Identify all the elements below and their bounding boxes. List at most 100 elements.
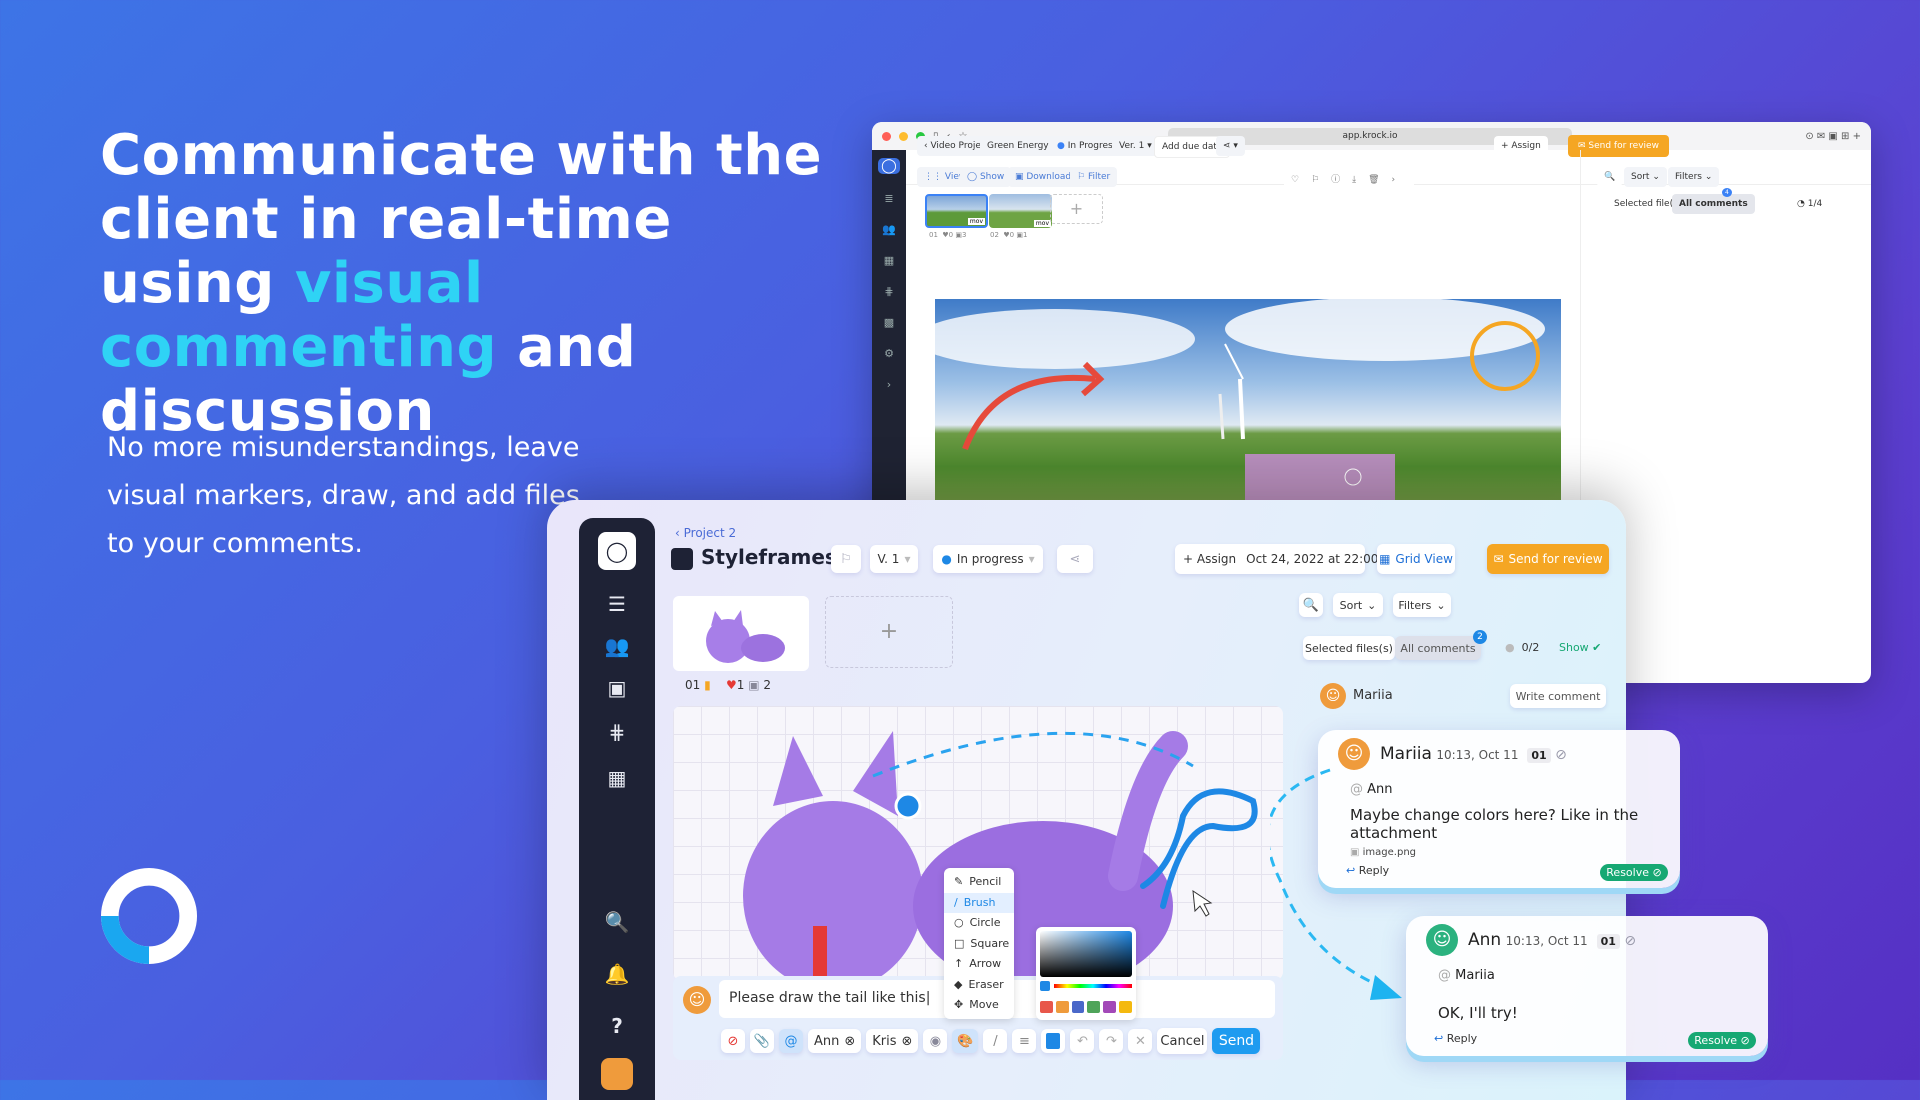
timeline-icon[interactable]: ⋕ bbox=[872, 285, 906, 298]
redo-icon[interactable]: ↷ bbox=[1099, 1029, 1124, 1053]
tool-circle[interactable]: ○ Circle bbox=[944, 913, 1014, 934]
tool-pencil[interactable]: ✎ Pencil bbox=[944, 872, 1014, 893]
search-icon[interactable]: 🔍 bbox=[579, 910, 655, 934]
color-swatch[interactable] bbox=[1071, 1001, 1085, 1013]
calendar-icon[interactable]: ▣ bbox=[579, 676, 655, 700]
wind-farm-image bbox=[935, 299, 1545, 509]
color-gradient[interactable] bbox=[1040, 931, 1132, 977]
hidden-eye-icon[interactable]: ⊘ bbox=[1624, 933, 1636, 949]
file-tag: 01 bbox=[1596, 934, 1620, 949]
users-icon[interactable]: 👥 bbox=[579, 634, 655, 658]
send-for-review-button[interactable]: ✉ Send for review bbox=[1487, 544, 1609, 574]
comment-text: OK, I'll try! bbox=[1438, 1004, 1518, 1022]
mention-icon[interactable]: @ bbox=[779, 1029, 803, 1053]
sort-button[interactable]: Sort ⌄ bbox=[1624, 167, 1667, 187]
expand-icon[interactable]: › bbox=[872, 378, 906, 391]
reply-button[interactable]: ↩ Reply bbox=[1434, 1032, 1477, 1045]
user-avatar: ☺ bbox=[683, 986, 711, 1014]
send-for-review-button[interactable]: ✉ Send for review bbox=[1568, 135, 1669, 157]
help-icon[interactable]: ? bbox=[579, 1014, 655, 1038]
attach-icon[interactable]: 📎 bbox=[750, 1029, 774, 1053]
tool-square[interactable]: □ Square bbox=[944, 934, 1014, 955]
hide-icon[interactable]: ⊘ bbox=[721, 1029, 745, 1053]
user-avatar[interactable] bbox=[579, 1058, 655, 1095]
color-swatch[interactable] bbox=[1103, 1001, 1117, 1013]
comments-progress: ● 0/2 bbox=[1505, 641, 1540, 654]
tab-selected-files[interactable]: Selected files(s) bbox=[1303, 636, 1395, 660]
color-swatch[interactable] bbox=[1041, 1029, 1066, 1053]
clear-icon[interactable]: ✕ bbox=[1128, 1029, 1153, 1053]
hue-slider[interactable] bbox=[1054, 984, 1132, 988]
thumbnail-01[interactable] bbox=[673, 596, 809, 671]
breadcrumb[interactable]: ‹ Project 2 bbox=[675, 526, 736, 540]
comment-card[interactable]: ☺ Ann 10:13, Oct 11 01 ⊘ @ Mariia OK, I'… bbox=[1406, 916, 1768, 1056]
write-comment-button[interactable]: Write comment bbox=[1510, 684, 1606, 708]
search-icon[interactable]: 🔍 bbox=[1597, 167, 1623, 187]
status-dropdown[interactable]: ● In progress ▾ bbox=[933, 545, 1043, 573]
grid-view-button[interactable]: ▦ Grid View bbox=[1377, 544, 1455, 574]
sort-button[interactable]: Sort ⌄ bbox=[1333, 593, 1383, 617]
add-file-button[interactable]: + bbox=[1050, 194, 1103, 224]
show-button[interactable]: ◯ Show bbox=[960, 167, 1012, 187]
palette-icon[interactable]: 🎨 bbox=[952, 1029, 979, 1053]
thumbnail-02[interactable]: mov bbox=[989, 194, 1052, 228]
brush-icon[interactable]: / bbox=[983, 1029, 1008, 1053]
filter-button[interactable]: ⚐ Filter bbox=[1070, 167, 1118, 187]
browser-actions-icon[interactable]: ⊙ ✉ ▣ ⊞ + bbox=[1805, 131, 1861, 142]
undo-icon[interactable]: ↶ bbox=[1070, 1029, 1095, 1053]
pencil-icon: ✎ bbox=[954, 875, 964, 888]
color-picker[interactable] bbox=[1036, 927, 1136, 1020]
version-dropdown[interactable]: V. 1 ▾ bbox=[870, 545, 918, 573]
app-logo-icon[interactable]: ◯ bbox=[878, 158, 900, 174]
add-file-button[interactable]: + bbox=[825, 596, 953, 668]
color-swatch[interactable] bbox=[1040, 1001, 1053, 1013]
filters-button[interactable]: Filters ⌄ bbox=[1393, 593, 1451, 617]
app-logo-icon[interactable]: ◯ bbox=[579, 532, 655, 570]
version-dropdown[interactable]: Ver. 1 ▾ bbox=[1112, 136, 1159, 156]
hidden-eye-icon[interactable]: ⊘ bbox=[1555, 747, 1567, 763]
video-preview[interactable] bbox=[935, 299, 1561, 509]
send-button[interactable]: Send bbox=[1212, 1028, 1261, 1054]
filters-button[interactable]: Filters ⌄ bbox=[1668, 167, 1720, 187]
tool-arrow[interactable]: ↑ Arrow bbox=[944, 954, 1014, 975]
due-date[interactable]: Oct 24, 2022 at 22:00 bbox=[1246, 552, 1378, 566]
mention-chip-ann[interactable]: Ann ⊗ bbox=[808, 1029, 862, 1053]
users-icon[interactable]: 👥 bbox=[872, 223, 906, 236]
assign-button[interactable]: + Assign bbox=[1494, 136, 1548, 156]
list-icon[interactable]: ≣ bbox=[872, 192, 906, 205]
share-button[interactable]: ⋖ ▾ bbox=[1216, 136, 1245, 156]
stroke-width-icon[interactable]: ≡ bbox=[1012, 1029, 1037, 1053]
color-swatch[interactable] bbox=[1055, 1001, 1069, 1013]
assign-button[interactable]: + Assign bbox=[1183, 552, 1236, 566]
move-icon: ✥ bbox=[954, 998, 964, 1011]
calendar-icon[interactable]: ▦ bbox=[872, 254, 906, 267]
download-button[interactable]: ▣ Download bbox=[1008, 167, 1079, 187]
grid-icon[interactable]: ▩ bbox=[872, 316, 906, 329]
file-action-icons[interactable]: ♡⚐ⓘ⤓🗑› bbox=[1284, 167, 1415, 190]
show-resolved-toggle[interactable]: Show ✔ bbox=[1559, 641, 1601, 654]
mention-chip-kris[interactable]: Kris ⊗ bbox=[866, 1029, 919, 1053]
bell-icon[interactable]: 🔔 bbox=[579, 962, 655, 986]
tab-all-comments[interactable]: All comments bbox=[1672, 194, 1755, 214]
share-button[interactable]: ⋖ bbox=[1057, 545, 1093, 573]
resolve-button[interactable]: Resolve ⊘ bbox=[1688, 1032, 1756, 1049]
composer-toolbar: ⊘ 📎 @ Ann ⊗ Kris ⊗ ◉ 🎨 / ≡ ↶ ↷ ✕ Cancel … bbox=[721, 1028, 1261, 1054]
list-icon[interactable]: ☰ bbox=[579, 592, 655, 616]
tool-brush[interactable]: / Brush bbox=[944, 892, 1014, 913]
marker-icon[interactable]: ◉ bbox=[923, 1029, 948, 1053]
timeline-icon[interactable]: ⋕ bbox=[579, 720, 655, 744]
thumbnail-01[interactable]: mov bbox=[925, 194, 988, 228]
gear-icon[interactable]: ⚙ bbox=[872, 347, 906, 360]
tab-all-comments[interactable]: All comments bbox=[1395, 636, 1481, 660]
comment-author: Ann bbox=[1468, 930, 1502, 950]
color-swatch[interactable] bbox=[1087, 1001, 1101, 1013]
tool-eraser[interactable]: ◆ Eraser bbox=[944, 975, 1014, 996]
dashboard-icon[interactable]: ▦ bbox=[579, 766, 655, 790]
tool-move[interactable]: ✥ Move bbox=[944, 995, 1014, 1016]
resolve-button[interactable]: Resolve ⊘ bbox=[1600, 864, 1668, 881]
color-swatch[interactable] bbox=[1119, 1001, 1132, 1013]
flag-button[interactable]: ⚐ bbox=[831, 545, 861, 573]
cancel-button[interactable]: Cancel bbox=[1157, 1028, 1208, 1054]
comments-progress: ◔ 1/4 bbox=[1797, 199, 1823, 209]
search-icon[interactable]: 🔍 bbox=[1299, 593, 1323, 617]
